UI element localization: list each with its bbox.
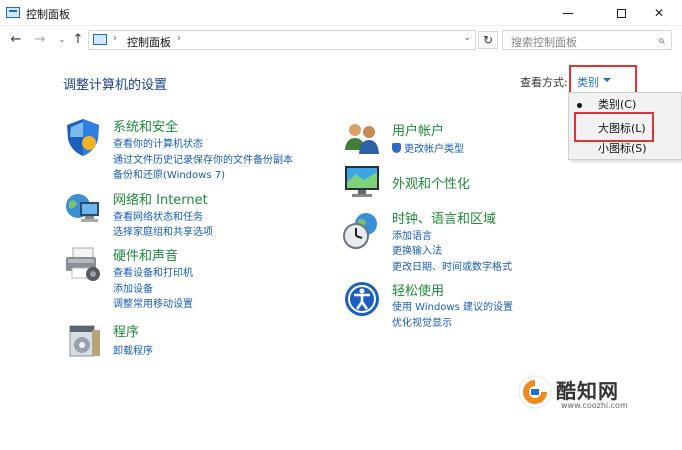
link-file-history[interactable]: 通过文件历史记录保存你的文件备份副本: [113, 151, 293, 166]
category-title-hardware-sound[interactable]: 硬件和声音: [113, 245, 178, 264]
search-icon[interactable]: ⌕: [658, 33, 665, 48]
link-change-input-method[interactable]: 更换输入法: [392, 242, 442, 257]
accessibility-icon[interactable]: [342, 279, 382, 319]
view-by-label: 查看方式:: [520, 76, 568, 89]
link-add-device[interactable]: 添加设备: [113, 280, 153, 295]
shield-icon[interactable]: [63, 117, 103, 157]
printer-icon[interactable]: [63, 244, 103, 284]
clock-globe-icon[interactable]: [342, 210, 382, 250]
link-uninstall-program[interactable]: 卸载程序: [113, 342, 153, 357]
menu-item-label: 类别(C): [598, 98, 637, 111]
category-title-programs[interactable]: 程序: [113, 321, 139, 340]
link-change-date-time-format[interactable]: 更改日期、时间或数字格式: [392, 258, 512, 273]
breadcrumb-separator[interactable]: ›: [113, 33, 117, 44]
control-panel-icon: [6, 7, 20, 18]
link-network-status[interactable]: 查看网络状态和任务: [113, 208, 203, 223]
menu-item-small-icons[interactable]: 小图标(S): [569, 139, 681, 159]
forward-arrow-icon[interactable]: →: [32, 32, 48, 48]
link-optimize-visual[interactable]: 优化视觉显示: [392, 314, 452, 329]
recent-locations-icon[interactable]: ⌄: [54, 32, 70, 48]
watermark-text: 酷知网: [556, 379, 619, 403]
category-title-system-security[interactable]: 系统和安全: [113, 116, 178, 135]
address-bar[interactable]: › 控制面板 › ⌄: [88, 30, 476, 50]
category-title-clock-region[interactable]: 时钟、语言和区域: [392, 208, 496, 227]
breadcrumb-control-panel[interactable]: 控制面板: [127, 34, 171, 50]
link-label: 更改帐户类型: [404, 144, 464, 155]
title-bar: 控制面板 ✕: [0, 0, 682, 26]
users-icon[interactable]: [342, 118, 382, 158]
window-title: 控制面板: [26, 8, 70, 21]
breadcrumb-separator[interactable]: ›: [177, 33, 181, 44]
menu-item-label: 小图标(S): [598, 142, 647, 155]
category-title-appearance[interactable]: 外观和个性化: [392, 173, 470, 192]
search-placeholder: 搜索控制面板: [511, 36, 577, 49]
link-recommended-settings[interactable]: 使用 Windows 建议的设置: [392, 298, 513, 313]
category-title-ease-of-access[interactable]: 轻松使用: [392, 280, 444, 299]
minimize-icon: [563, 13, 573, 14]
search-input[interactable]: 搜索控制面板 ⌕: [502, 30, 672, 50]
link-backup-restore[interactable]: 备份和还原(Windows 7): [113, 166, 225, 181]
navigation-bar: ← → ⌄ ↑ › 控制面板 › ⌄ ↻ 搜索控制面板 ⌕: [0, 28, 682, 52]
category-title-network[interactable]: 网络和 Internet: [113, 189, 208, 208]
link-change-account-type[interactable]: 更改帐户类型: [392, 140, 464, 155]
highlight-box-large-icons: [574, 112, 654, 142]
minimize-button[interactable]: [545, 0, 591, 26]
up-arrow-icon[interactable]: ↑: [70, 32, 86, 48]
link-add-language[interactable]: 添加语言: [392, 227, 432, 242]
control-panel-icon: [93, 34, 107, 45]
link-view-computer-status[interactable]: 查看你的计算机状态: [113, 135, 203, 150]
page-title: 调整计算机的设置: [63, 78, 168, 93]
refresh-button[interactable]: ↻: [478, 31, 498, 49]
programs-icon[interactable]: [66, 320, 106, 360]
link-homegroup[interactable]: 选择家庭组和共享选项: [113, 223, 213, 238]
back-arrow-icon[interactable]: ←: [8, 32, 24, 48]
uac-shield-icon: [392, 143, 401, 153]
network-globe-icon[interactable]: [63, 188, 103, 228]
category-title-user-accounts[interactable]: 用户帐户: [392, 120, 444, 139]
coozhi-logo-icon: [517, 374, 553, 410]
close-button[interactable]: ✕: [636, 0, 682, 26]
watermark-url: www.coozhi.com: [561, 401, 628, 410]
link-mobility-settings[interactable]: 调整常用移动设置: [113, 295, 193, 310]
maximize-icon: [616, 9, 626, 18]
monitor-icon[interactable]: [342, 162, 382, 202]
chevron-down-icon[interactable]: ⌄: [463, 33, 471, 43]
link-devices-printers[interactable]: 查看设备和打印机: [113, 264, 193, 279]
selected-bullet-icon: [577, 103, 582, 108]
